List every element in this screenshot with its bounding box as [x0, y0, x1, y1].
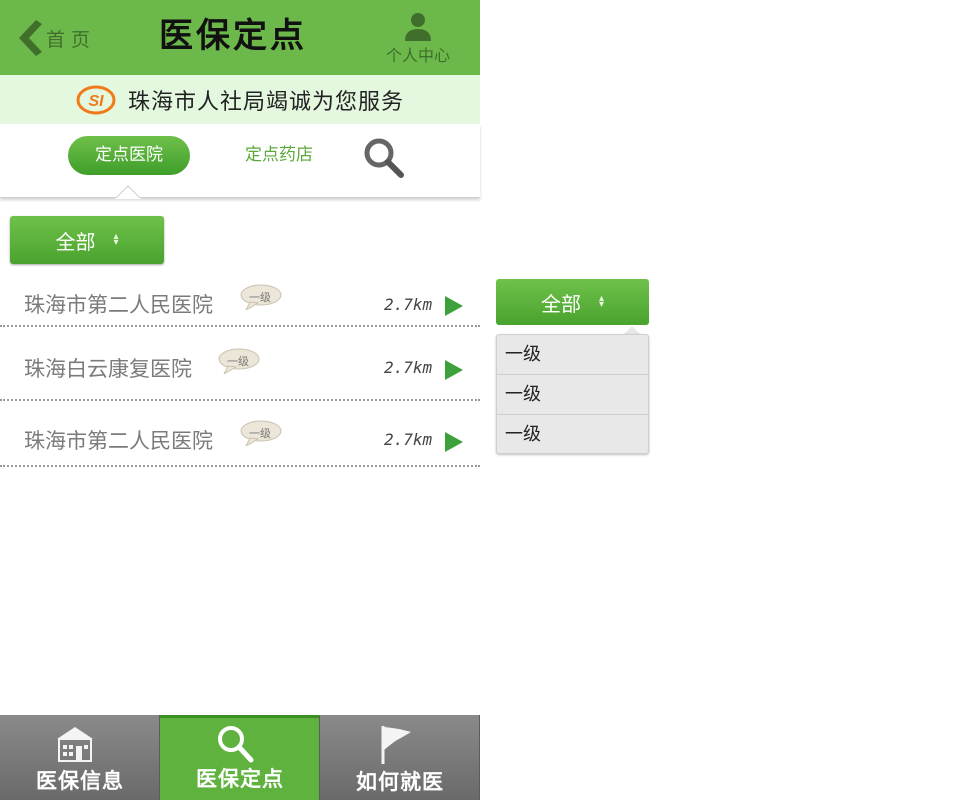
search-icon [218, 726, 254, 763]
dropdown-option[interactable]: 一级 [497, 335, 648, 375]
service-banner: SI 珠海市人社局竭诚为您服务 [0, 75, 480, 124]
tab-pharmacies[interactable]: 定点药店 [232, 136, 326, 175]
level-badge: 一级 [249, 427, 271, 440]
level-dropdown-label: 全部 [540, 291, 581, 316]
nav-label: 如何就医 [356, 769, 444, 794]
level-badge: 一级 [249, 291, 271, 304]
dropdown-pointer-icon [624, 326, 640, 334]
distance-label: 2.7km [384, 430, 433, 449]
user-center-label: 个人中心 [385, 46, 450, 65]
search-icon[interactable] [362, 136, 406, 180]
user-icon [405, 13, 431, 41]
list-item[interactable]: 珠海白云康复医院 一级 2.7km [0, 327, 480, 401]
distance-label: 2.7km [384, 358, 433, 377]
play-arrow-icon [445, 296, 463, 316]
level-filter-label: 全部 [55, 229, 96, 254]
nav-item-info[interactable]: 医保信息 [0, 715, 160, 800]
header-bar: 首 页 医保定点 个人中心 [0, 0, 480, 75]
play-arrow-icon [445, 432, 463, 452]
sort-arrows-icon: ▴ ▾ [113, 231, 119, 248]
flag-icon [381, 726, 411, 764]
banner-text: 珠海市人社局竭诚为您服务 [127, 89, 404, 115]
nav-item-locations[interactable]: 医保定点 [160, 715, 320, 800]
building-icon [57, 727, 93, 762]
tab-hospitals[interactable]: 定点医院 [68, 136, 190, 175]
phone-screen: 首 页 医保定点 个人中心 SI 珠海市人社局竭诚为您服务 定点医院 定点药店 [0, 0, 480, 800]
tab-pointer-icon [115, 185, 141, 199]
distance-label: 2.7km [384, 295, 433, 314]
hospital-list: 珠海市第二人民医院 一级 2.7km 珠海白云康复医院 一级 2.7km 珠海市… [0, 280, 480, 467]
si-logo-icon: SI [76, 85, 116, 114]
user-center-button[interactable]: 个人中心 [378, 10, 458, 68]
dropdown-option[interactable]: 一级 [497, 415, 648, 455]
level-badge: 一级 [227, 355, 249, 368]
nav-label: 医保定点 [196, 766, 284, 791]
level-dropdown-menu: 一级 一级 一级 [496, 334, 649, 454]
sort-arrows-icon: ▴ ▾ [598, 293, 605, 310]
level-dropdown-button[interactable]: 全部 ▴ ▾ [496, 279, 649, 325]
nav-label: 医保信息 [36, 768, 124, 793]
tab-bar: 定点医院 定点药店 [0, 124, 480, 199]
list-item[interactable]: 珠海市第二人民医院 一级 2.7km [0, 280, 480, 327]
hospital-name: 珠海市第二人民医院 [24, 429, 213, 453]
dropdown-option[interactable]: 一级 [497, 375, 648, 415]
nav-item-howto[interactable]: 如何就医 [320, 715, 480, 800]
bottom-nav: 医保信息 医保定点 如何就医 [0, 715, 480, 800]
play-arrow-icon [445, 360, 463, 380]
list-item[interactable]: 珠海市第二人民医院 一级 2.7km [0, 401, 480, 467]
level-filter-button[interactable]: 全部 ▴ ▾ [10, 216, 164, 264]
si-logo-text: SI [88, 93, 104, 110]
hospital-name: 珠海市第二人民医院 [24, 293, 213, 317]
hospital-name: 珠海白云康复医院 [24, 357, 192, 381]
